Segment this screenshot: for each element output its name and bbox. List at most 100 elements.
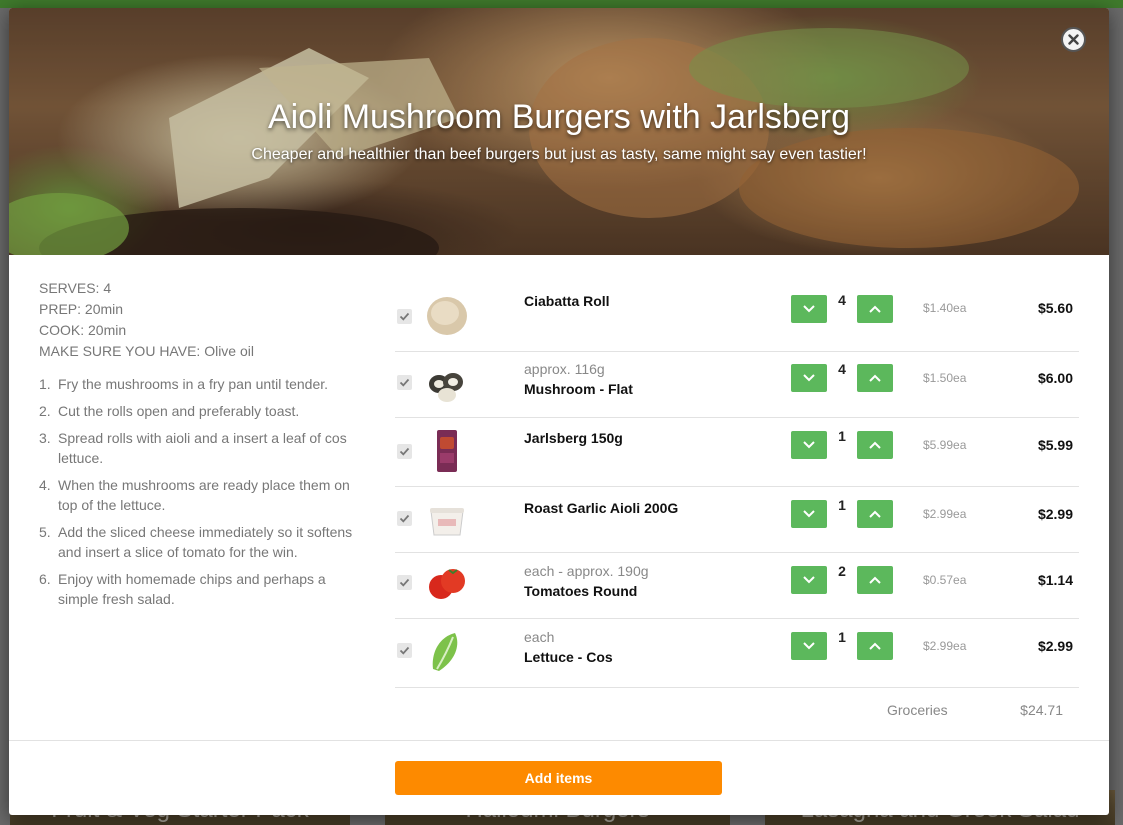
aioli-tub-icon [425,499,469,543]
checkmark-icon [399,312,410,321]
checkmark-icon [399,578,410,587]
recipe-subtitle: Cheaper and healthier than beef burgers … [251,146,867,163]
line-total: $5.99 [1037,437,1073,453]
product-row: each Lettuce - Cos 1 $2.99ea $2.99 [395,619,1079,688]
unit-price: $0.57ea [923,573,967,587]
product-name[interactable]: Tomatoes Round [524,581,649,602]
footer-divider [9,740,1109,741]
line-total: $6.00 [1037,370,1073,386]
recipe-cook-time: COOK: 20min [39,322,127,338]
add-items-button[interactable]: Add items [395,761,722,795]
chevron-down-icon [803,374,815,382]
chevron-up-icon [869,374,881,382]
recipe-serves: SERVES: 4 [39,280,112,296]
close-icon [1068,34,1079,45]
product-checkbox[interactable] [397,643,412,658]
product-row: approx. 116g Mushroom - Flat 4 $1.50ea $… [395,352,1079,418]
product-name[interactable]: Lettuce - Cos [524,647,613,668]
chevron-down-icon [803,576,815,584]
page-top-bar [0,0,1123,8]
ingredient-product-list: Ciabatta Roll 4 $1.40ea $5.60 approx. 11… [395,275,1079,688]
product-name-block: each Lettuce - Cos [524,627,613,668]
step-text: Fry the mushrooms in a fry pan until ten… [58,376,329,392]
step-text: Enjoy with homemade chips and perhaps a … [58,571,326,607]
quantity-value: 2 [838,563,846,579]
chevron-up-icon [869,441,881,449]
decrease-quantity-button[interactable] [791,364,827,392]
quantity-stepper: 4 [791,292,893,323]
decrease-quantity-button[interactable] [791,632,827,660]
step-text: Add the sliced cheese immediately so it … [58,524,353,560]
product-checkbox[interactable] [397,511,412,526]
quantity-value: 1 [838,428,846,444]
increase-quantity-button[interactable] [857,632,893,660]
product-name[interactable]: Roast Garlic Aioli 200G [524,498,678,519]
chevron-down-icon [803,510,815,518]
line-total: $5.60 [1037,300,1073,316]
product-row: each - approx. 190g Tomatoes Round 2 $0.… [395,553,1079,619]
lettuce-icon [425,629,469,673]
unit-price: $5.99ea [923,438,967,452]
chevron-down-icon [803,642,815,650]
unit-price: $1.40ea [923,301,967,315]
product-name[interactable]: Jarlsberg 150g [524,428,623,449]
product-row: Jarlsberg 150g 1 $5.99ea $5.99 [395,418,1079,487]
step-number: 1. [39,376,51,392]
decrease-quantity-button[interactable] [791,431,827,459]
quantity-stepper: 1 [791,428,893,459]
recipe-step: 4. When the mushrooms are ready place the… [39,475,369,515]
step-number: 5. [39,524,51,540]
decrease-quantity-button[interactable] [791,295,827,323]
recipe-steps: 1. Fry the mushrooms in a fry pan until t… [39,374,369,609]
recipe-step: 1. Fry the mushrooms in a fry pan until t… [39,374,369,394]
recipe-prep-time: PREP: 20min [39,301,124,317]
increase-quantity-button[interactable] [857,364,893,392]
product-checkbox[interactable] [397,309,412,324]
chevron-up-icon [869,305,881,313]
recipe-modal: Aioli Mushroom Burgers with Jarlsberg Ch… [9,8,1109,815]
product-name-block: Roast Garlic Aioli 200G [524,498,678,519]
product-checkbox[interactable] [397,575,412,590]
increase-quantity-button[interactable] [857,295,893,323]
quantity-value: 1 [838,497,846,513]
close-button[interactable] [1061,27,1086,52]
increase-quantity-button[interactable] [857,566,893,594]
recipe-info: SERVES: 4 PREP: 20min COOK: 20min MAKE S… [39,278,369,616]
quantity-stepper: 4 [791,361,893,392]
quantity-value: 4 [838,361,846,377]
product-weight-note: each [524,629,555,645]
increase-quantity-button[interactable] [857,500,893,528]
unit-price: $2.99ea [923,639,967,653]
decrease-quantity-button[interactable] [791,500,827,528]
checkmark-icon [399,378,410,387]
quantity-stepper: 2 [791,563,893,594]
product-name[interactable]: Mushroom - Flat [524,379,633,400]
groceries-total: $24.71 [1020,702,1063,718]
increase-quantity-button[interactable] [857,431,893,459]
unit-price: $1.50ea [923,371,967,385]
step-number: 6. [39,571,51,587]
product-weight-note: approx. 116g [524,361,605,377]
chevron-up-icon [869,576,881,584]
recipe-step: 2. Cut the rolls open and preferably toas… [39,401,369,421]
product-checkbox[interactable] [397,375,412,390]
step-text: Cut the rolls open and preferably toast. [58,403,300,419]
product-name[interactable]: Ciabatta Roll [524,291,610,312]
groceries-label: Groceries [887,702,948,718]
line-total: $2.99 [1037,506,1073,522]
chevron-down-icon [803,305,815,313]
recipe-step: 3. Spread rolls with aioli and a insert a… [39,428,369,468]
product-checkbox[interactable] [397,444,412,459]
line-total: $2.99 [1037,638,1073,654]
quantity-stepper: 1 [791,497,893,528]
mushroom-icon [425,362,469,406]
quantity-value: 4 [838,292,846,308]
product-name-block: Ciabatta Roll [524,291,610,312]
product-row: Roast Garlic Aioli 200G 1 $2.99ea $2.99 [395,487,1079,553]
decrease-quantity-button[interactable] [791,566,827,594]
quantity-stepper: 1 [791,629,893,660]
chevron-up-icon [869,510,881,518]
line-total: $1.14 [1037,572,1073,588]
step-number: 3. [39,430,51,446]
product-name-block: Jarlsberg 150g [524,428,623,449]
